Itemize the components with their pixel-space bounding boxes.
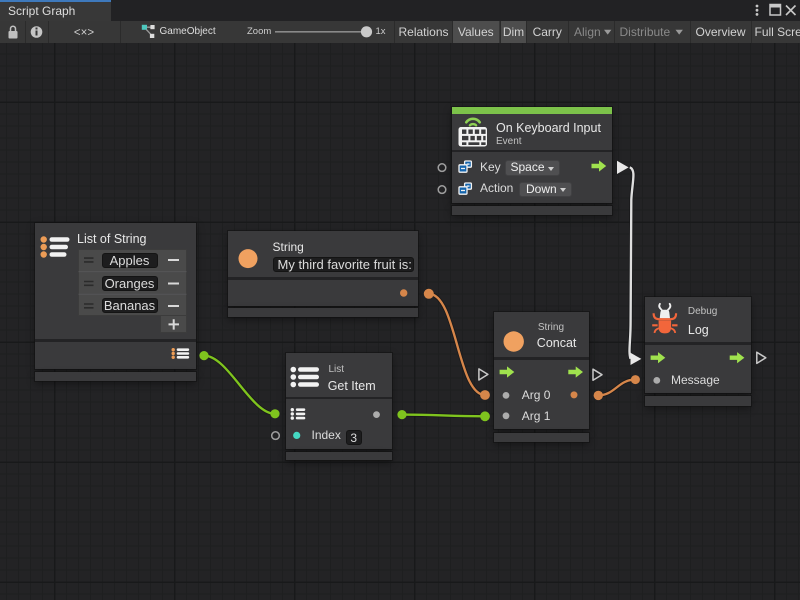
svg-text:<×>: <×>: [74, 27, 94, 39]
